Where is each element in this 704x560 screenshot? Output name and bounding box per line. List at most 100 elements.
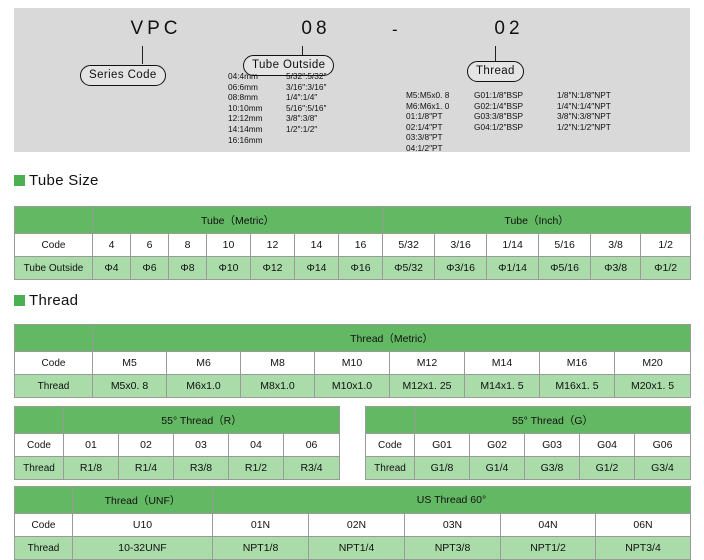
table-cell: NPT1/8: [212, 536, 309, 560]
thread-list-npt: 1/8″N:1/8″NPT 1/4″N:1/4″NPT 3/8″N:3/8″NP…: [557, 90, 611, 132]
table-cell: Φ1/14: [486, 256, 540, 280]
table-row: Thread 10-32UNF NPT1/8 NPT1/4 NPT3/8 NPT…: [14, 536, 691, 560]
table-cell: 14: [294, 233, 339, 257]
table-row: Thread R1/8 R1/4 R3/8 R1/2 R3/4: [14, 456, 341, 480]
bubble-thread: Thread: [467, 61, 524, 82]
table-cell: NPT3/8: [404, 536, 501, 560]
thread-metric-thread-label: Thread: [14, 374, 93, 398]
table-cell: 5/16: [538, 233, 592, 257]
thread-r-corner-cell: [14, 406, 64, 434]
table-cell: 8: [168, 233, 207, 257]
table-cell: 02N: [308, 513, 405, 537]
unf-code-label: Code: [14, 513, 73, 537]
table-cell: 6: [130, 233, 169, 257]
leader-line-thread: [495, 46, 496, 62]
code-separator-dash: -: [392, 20, 398, 39]
table-cell: R1/8: [63, 456, 119, 480]
table-cell: M5x0. 8: [92, 374, 167, 398]
thread-r-group: 55° Thread（R）: [62, 406, 341, 434]
table-cell: G1/4: [469, 456, 525, 480]
table-cell: Φ3/16: [434, 256, 488, 280]
table-cell: 3/16: [434, 233, 488, 257]
table-cell: Φ8: [168, 256, 207, 280]
table-cell: Φ5/32: [382, 256, 436, 280]
section-heading-tube-size: Tube Size: [14, 172, 99, 189]
table-cell: M10x1.0: [314, 374, 390, 398]
table-row: 55° Thread（G）: [365, 406, 692, 434]
table-cell: Φ3/8: [590, 256, 642, 280]
tube-outside-list-metric: 04:4mm 06:6mm 08:8mm 10:10mm 12:12mm 14:…: [228, 71, 263, 145]
table-cell: G02: [469, 433, 525, 457]
table-row: Thread（UNF） US Thread 60°: [14, 486, 691, 514]
table-cell: 04: [228, 433, 284, 457]
table-cell: R3/8: [173, 456, 229, 480]
thread-metric-code-label: Code: [14, 351, 93, 375]
table-row: Thread M5x0. 8 M6x1.0 M8x1.0 M10x1.0 M12…: [14, 374, 692, 398]
table-cell: 3/8: [590, 233, 642, 257]
table-cell: R1/2: [228, 456, 284, 480]
thread-r-thread-label: Thread: [14, 456, 64, 480]
table-cell: NPT1/2: [500, 536, 596, 560]
table-row: Code G01 G02 G03 G04 G06: [365, 433, 692, 457]
thread-g-code-label: Code: [365, 433, 415, 457]
code-segment-thread: 02: [494, 18, 524, 39]
table-row: Code 4 6 8 10 12 14 16 5/32 3/16 1/14 5/…: [14, 233, 692, 257]
tube-size-group-metric: Tube（Metric）: [91, 206, 384, 234]
table-cell: M8x1.0: [240, 374, 315, 398]
table-cell: M20: [613, 351, 692, 375]
table-cell: Φ5/16: [538, 256, 592, 280]
table-cell: R3/4: [282, 456, 341, 480]
tube-outside-list-inch: 5/32″:5/32″ 3/16″:3/16″ 1/4″:1/4″ 5/16″:…: [286, 71, 327, 134]
tube-size-code-label: Code: [14, 233, 93, 257]
table-cell: U10: [72, 513, 213, 537]
table-row: Tube Outside Φ4 Φ6 Φ8 Φ10 Φ12 Φ14 Φ16 Φ5…: [14, 256, 692, 280]
thread-r-table: 55° Thread（R） Code 01 02 03 04 06 Thread…: [14, 406, 341, 480]
table-row: Tube（Metric） Tube（Inch）: [14, 206, 692, 234]
table-cell: G3/4: [633, 456, 692, 480]
bubble-series-code: Series Code: [80, 65, 166, 86]
table-cell: 12: [250, 233, 295, 257]
thread-g-group: 55° Thread（G）: [413, 406, 692, 434]
table-cell: M10: [314, 351, 390, 375]
spec-sheet-page: VPC 08 - 02 Series Code Tube Outside Thr…: [0, 0, 704, 560]
code-segment-tube: 08: [301, 18, 331, 39]
tube-size-outside-label: Tube Outside: [14, 256, 93, 280]
table-cell: M20x1. 5: [613, 374, 692, 398]
section-title-thread: Thread: [29, 292, 79, 309]
table-row: Code 01 02 03 04 06: [14, 433, 341, 457]
thread-g-corner-cell: [365, 406, 415, 434]
thread-g-thread-label: Thread: [365, 456, 415, 480]
section-heading-thread: Thread: [14, 292, 78, 309]
table-cell: Φ4: [92, 256, 131, 280]
part-number-code-panel: VPC 08 - 02 Series Code Tube Outside Thr…: [14, 8, 690, 153]
table-row: Thread G1/8 G1/4 G3/8 G1/2 G3/4: [365, 456, 692, 480]
table-cell: 03: [173, 433, 229, 457]
thread-r-code-label: Code: [14, 433, 64, 457]
table-cell: M8: [240, 351, 315, 375]
table-cell: 06: [282, 433, 341, 457]
table-cell: NPT3/4: [595, 536, 691, 560]
table-cell: M6x1.0: [166, 374, 241, 398]
bullet-square-icon: [14, 295, 25, 306]
unf-thread-label: Thread: [14, 536, 73, 560]
table-cell: 06N: [595, 513, 691, 537]
table-cell: M5: [92, 351, 167, 375]
unf-group-label: Thread（UNF）: [72, 486, 213, 514]
table-cell: M14x1. 5: [464, 374, 540, 398]
table-cell: M6: [166, 351, 241, 375]
table-row: Code U10 01N 02N 03N 04N 06N: [14, 513, 691, 537]
table-cell: 02: [118, 433, 174, 457]
leader-line-series: [142, 46, 143, 64]
unf-us-thread-table: Thread（UNF） US Thread 60° Code U10 01N 0…: [14, 486, 691, 560]
thread-metric-corner-cell: [14, 324, 93, 352]
table-cell: Φ1/2: [640, 256, 692, 280]
tube-size-group-inch: Tube（Inch）: [382, 206, 692, 234]
table-cell: G1/8: [414, 456, 470, 480]
table-cell: NPT1/4: [308, 536, 405, 560]
table-cell: Φ10: [206, 256, 251, 280]
table-cell: 01: [63, 433, 119, 457]
thread-g-table: 55° Thread（G） Code G01 G02 G03 G04 G06 T…: [365, 406, 692, 480]
table-cell: Φ16: [337, 256, 384, 280]
table-cell: 03N: [404, 513, 501, 537]
table-cell: M14: [464, 351, 540, 375]
